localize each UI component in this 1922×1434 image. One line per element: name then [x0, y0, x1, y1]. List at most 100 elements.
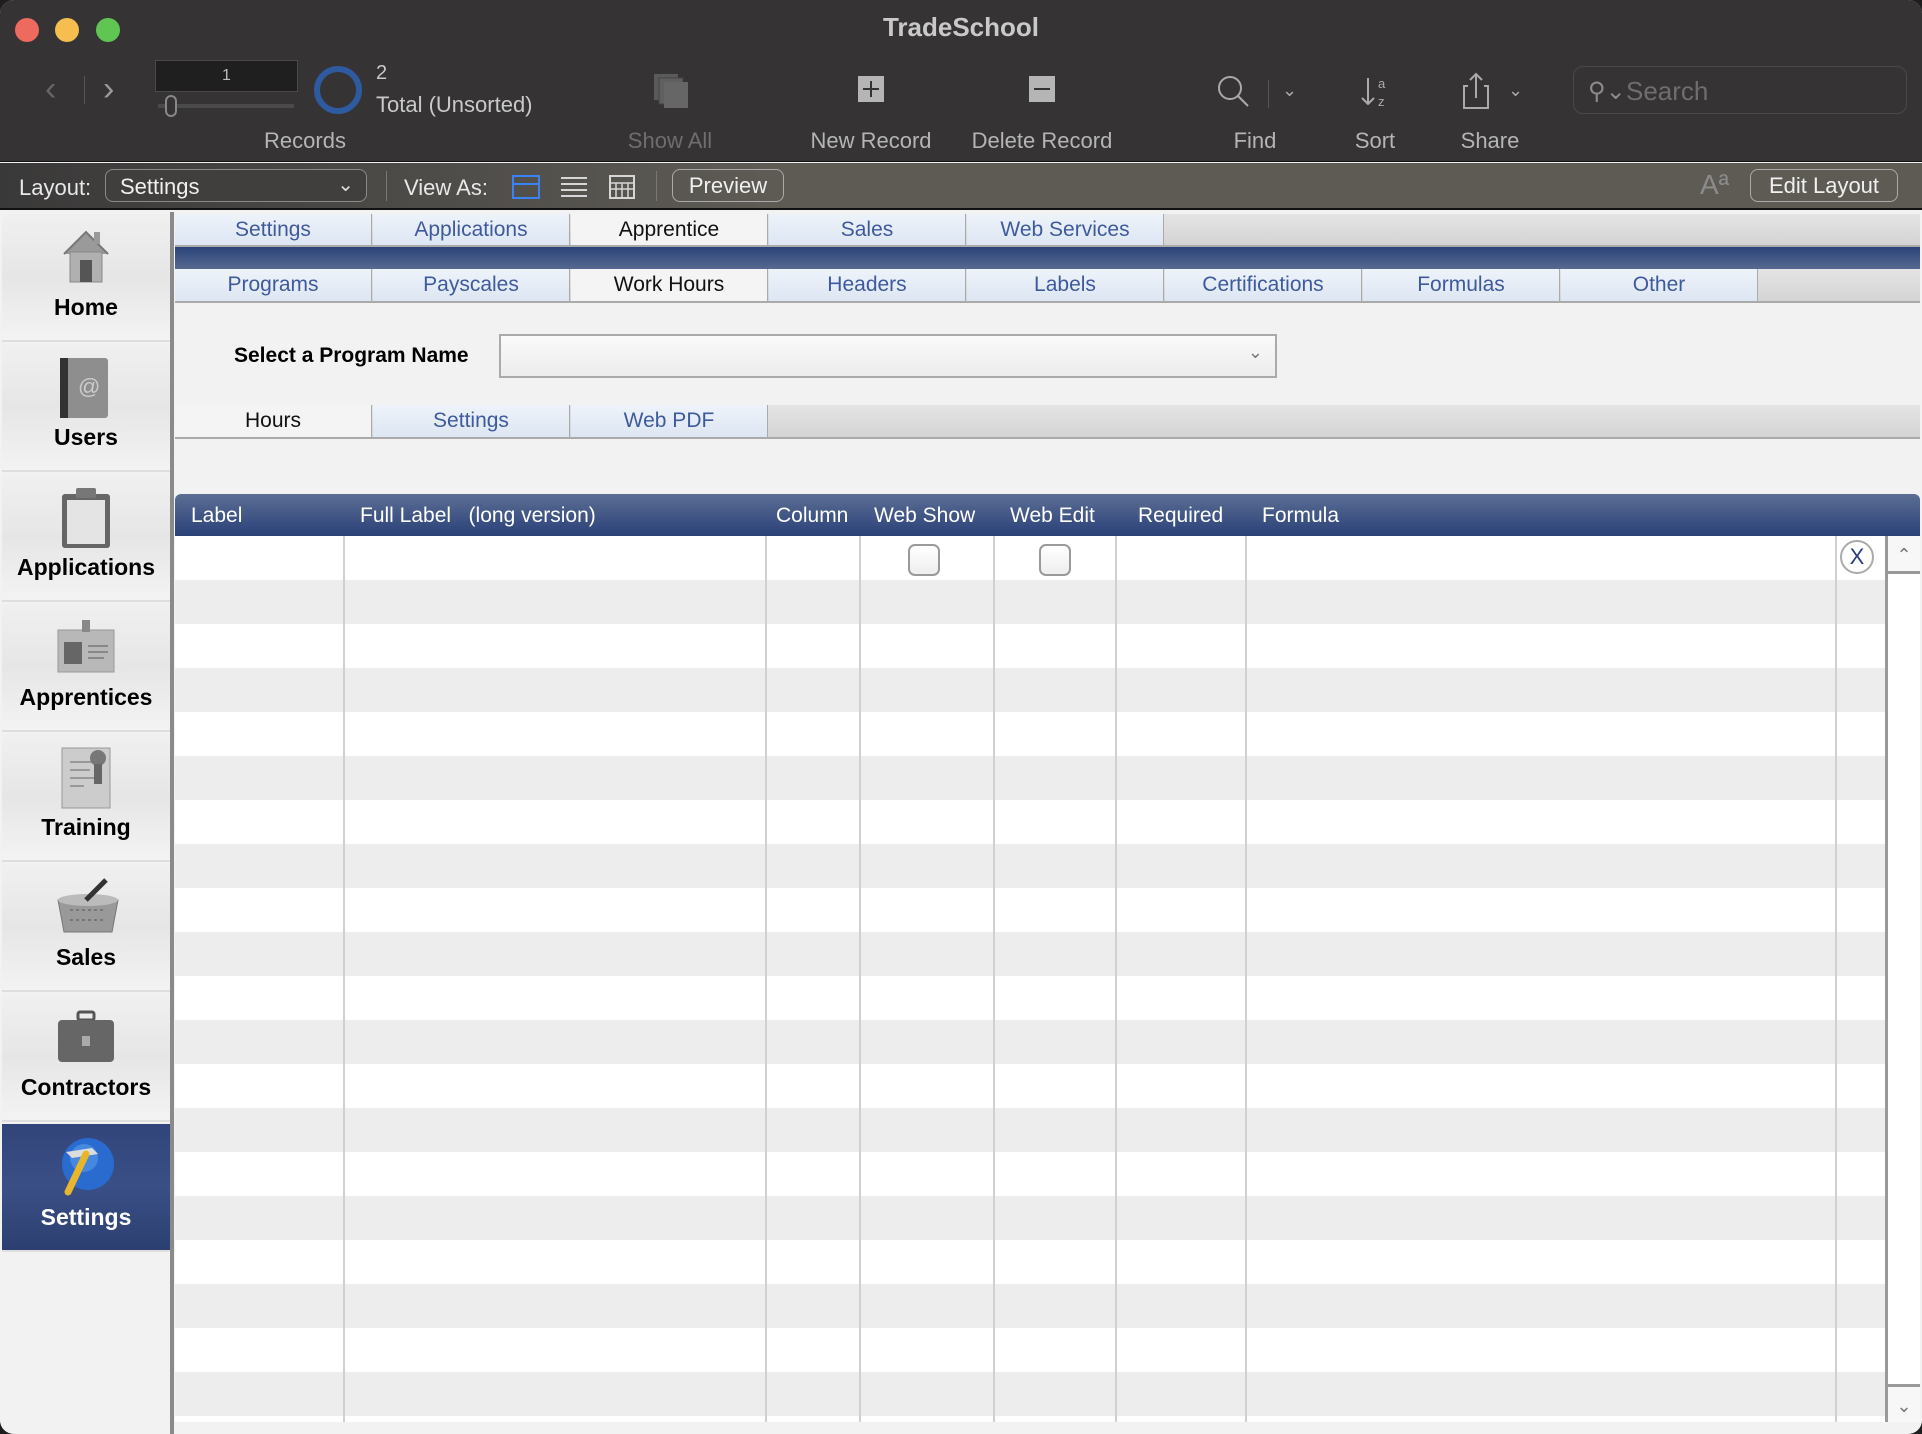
empty-row — [175, 668, 1885, 712]
sort-button[interactable]: Sort — [1340, 128, 1410, 154]
empty-row — [175, 1020, 1885, 1064]
tab-formulas[interactable]: Formulas — [1363, 269, 1560, 301]
table-view-icon[interactable] — [609, 175, 635, 204]
empty-row — [175, 844, 1885, 888]
tab-apprentice[interactable]: Apprentice — [571, 214, 768, 245]
minus-icon[interactable] — [1029, 76, 1055, 107]
empty-row — [175, 1372, 1885, 1416]
tab-labels[interactable]: Labels — [967, 269, 1164, 301]
current-record-input[interactable]: 1 — [155, 60, 298, 92]
required-field[interactable] — [1118, 536, 1244, 580]
divider — [386, 171, 387, 201]
sidebar-item-settings[interactable]: Settings — [2, 1124, 170, 1252]
tab-headers[interactable]: Headers — [769, 269, 966, 301]
program-name-dropdown[interactable]: ⌄ — [499, 334, 1277, 378]
share-icon[interactable] — [1462, 72, 1492, 115]
tab-other[interactable]: Other — [1561, 269, 1758, 301]
empty-row — [175, 580, 1885, 624]
column-divider — [993, 536, 995, 1422]
empty-row — [175, 1152, 1885, 1196]
empty-row — [175, 1240, 1885, 1284]
scroll-down-icon[interactable]: ⌄ — [1888, 1384, 1920, 1422]
window-title: TradeSchool — [882, 12, 1040, 42]
tab-sales[interactable]: Sales — [769, 214, 966, 245]
web-edit-checkbox[interactable] — [1039, 544, 1071, 576]
empty-row — [175, 932, 1885, 976]
record-slider-thumb[interactable] — [165, 95, 177, 117]
empty-row — [175, 1064, 1885, 1108]
tab-web-services[interactable]: Web Services — [967, 214, 1164, 245]
list-view-icon[interactable] — [560, 175, 588, 204]
tab-web-pdf[interactable]: Web PDF — [571, 405, 768, 437]
edit-layout-button[interactable]: Edit Layout — [1750, 169, 1898, 202]
form-view-icon[interactable] — [512, 175, 540, 204]
search-input[interactable]: ⚲⌄ Search — [1573, 66, 1907, 114]
tab-certifications[interactable]: Certifications — [1165, 269, 1362, 301]
magnifier-icon[interactable] — [1216, 74, 1252, 115]
layout-bar: Layout: Settings ⌄ View As: Preview Aª E… — [0, 163, 1922, 210]
header-web-show: Web Show — [874, 504, 976, 527]
full-label-field[interactable] — [345, 536, 765, 580]
sidebar-item-users[interactable]: @ Users — [2, 344, 170, 472]
empty-row — [175, 1196, 1885, 1240]
secondary-tabs: Programs Payscales Work Hours Headers La… — [175, 269, 1920, 303]
sidebar-item-training[interactable]: Training — [2, 734, 170, 862]
chevron-down-icon: ⌄ — [1247, 342, 1263, 362]
svg-text:@: @ — [78, 374, 100, 399]
tab-payscales[interactable]: Payscales — [373, 269, 570, 301]
label-field[interactable] — [175, 536, 343, 580]
empty-row — [175, 712, 1885, 756]
house-icon — [56, 226, 116, 286]
records-label: Records — [264, 128, 346, 153]
tab-settings[interactable]: Settings — [175, 214, 372, 245]
header-label: Label — [191, 504, 243, 527]
share-chevron-down-icon[interactable]: ⌄ — [1508, 80, 1523, 101]
delete-record-button[interactable]: Delete Record — [962, 128, 1122, 154]
id-badge-icon — [56, 616, 116, 676]
layout-dropdown[interactable]: Settings ⌄ — [105, 169, 367, 202]
tab-hours[interactable]: Hours — [175, 405, 372, 437]
column-field[interactable] — [767, 536, 859, 580]
search-icon: ⚲⌄ — [1588, 78, 1626, 105]
column-divider — [765, 536, 767, 1422]
share-button[interactable]: Share — [1450, 128, 1530, 154]
new-record-button[interactable]: New Record — [800, 128, 942, 154]
briefcase-icon — [56, 1006, 116, 1066]
plus-icon[interactable] — [858, 76, 884, 107]
formula-field[interactable] — [1247, 536, 1837, 580]
empty-row — [175, 1108, 1885, 1152]
sidebar-item-home[interactable]: Home — [2, 214, 170, 342]
tab-work-hours[interactable]: Work Hours — [571, 269, 768, 301]
empty-row — [175, 1328, 1885, 1372]
find-chevron-down-icon[interactable]: ⌄ — [1282, 80, 1297, 101]
portal-scrollbar[interactable]: ⌃ ⌄ — [1885, 536, 1920, 1422]
sidebar-item-contractors[interactable]: Contractors — [2, 994, 170, 1122]
tab-applications[interactable]: Applications — [373, 214, 570, 245]
sidebar-item-sales[interactable]: Sales — [2, 864, 170, 992]
text-format-icon[interactable]: Aª — [1700, 169, 1729, 201]
primary-tabs: Settings Applications Apprentice Sales W… — [175, 214, 1920, 247]
show-all-icon[interactable] — [654, 74, 690, 113]
sort-az-icon[interactable]: az — [1360, 74, 1394, 115]
column-divider — [343, 536, 345, 1422]
previous-record-button[interactable]: ‹ — [45, 72, 56, 106]
tab-hours-settings[interactable]: Settings — [373, 405, 570, 437]
empty-row — [175, 1284, 1885, 1328]
tab-programs[interactable]: Programs — [175, 269, 372, 301]
scroll-up-icon[interactable]: ⌃ — [1888, 536, 1920, 574]
empty-row — [175, 976, 1885, 1020]
find-button[interactable]: Find — [1220, 128, 1290, 154]
delete-row-button[interactable]: X — [1840, 540, 1874, 574]
web-show-checkbox[interactable] — [908, 544, 940, 576]
sidebar-item-apprentices[interactable]: Apprentices — [2, 604, 170, 732]
table-row: X — [175, 536, 1885, 580]
next-record-button[interactable]: › — [103, 72, 114, 106]
clipboard-icon — [56, 486, 116, 548]
show-all-button[interactable]: Show All — [610, 128, 730, 154]
address-book-icon: @ — [56, 356, 116, 418]
divider — [656, 171, 657, 201]
certificate-icon — [56, 746, 116, 809]
sidebar-item-applications[interactable]: Applications — [2, 474, 170, 602]
preview-button[interactable]: Preview — [672, 169, 784, 202]
record-slider-track[interactable] — [158, 104, 294, 108]
